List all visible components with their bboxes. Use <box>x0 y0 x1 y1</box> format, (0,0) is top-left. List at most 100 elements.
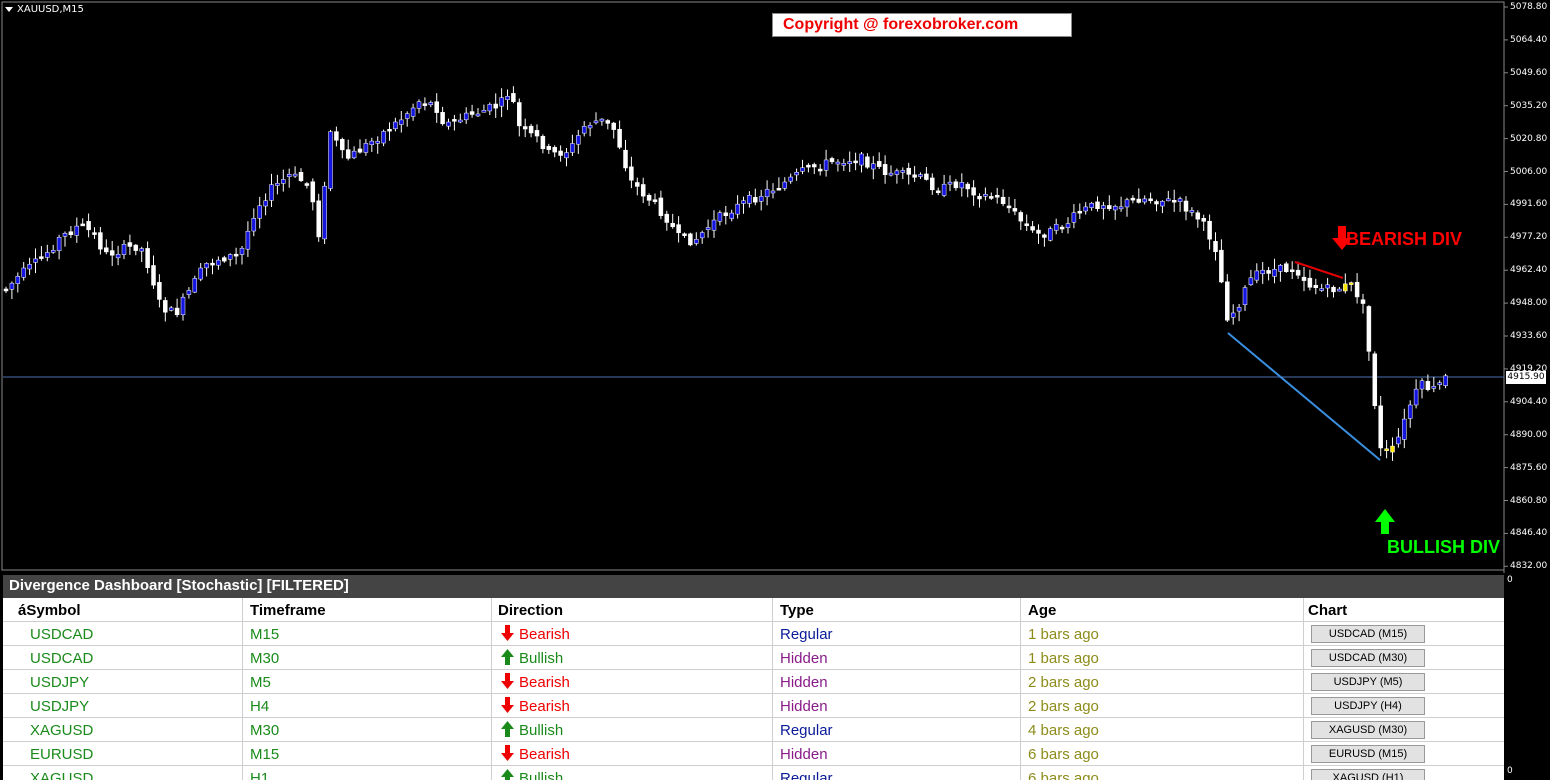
candle-body <box>1390 445 1395 453</box>
header-type[interactable]: Type <box>780 598 814 622</box>
open-chart-button[interactable]: XAGUSD (H1) <box>1311 769 1425 780</box>
open-chart-button[interactable]: EURUSD (M15) <box>1311 745 1425 763</box>
chart-menu-triangle-icon[interactable] <box>5 7 13 12</box>
candle-body <box>369 140 375 146</box>
candle-body <box>1219 249 1224 283</box>
candle-body <box>139 248 144 252</box>
bullish-div-label: BULLISH DIV <box>1387 537 1501 557</box>
candle-body <box>664 213 670 223</box>
candle-body <box>340 139 345 151</box>
candle-body <box>286 174 292 178</box>
open-chart-button[interactable]: USDJPY (M5) <box>1311 673 1425 691</box>
candle-body <box>239 247 245 255</box>
candle-body <box>505 96 510 100</box>
column-divider <box>1303 622 1304 646</box>
candle-body <box>623 149 628 169</box>
column-divider <box>1020 598 1021 622</box>
candle-body <box>711 219 717 231</box>
candle-body <box>163 300 168 313</box>
row-timeframe: H1 <box>250 770 270 780</box>
row-direction: Bullish <box>500 718 563 742</box>
candle-body <box>1337 288 1342 292</box>
candle-body <box>1366 306 1372 352</box>
candle-body <box>104 247 109 253</box>
header-direction[interactable]: Direction <box>498 598 563 622</box>
column-divider <box>242 622 243 646</box>
candle-body <box>770 190 776 194</box>
candle-body <box>835 161 841 165</box>
candle-body <box>1059 226 1065 230</box>
row-timeframe: M15 <box>250 746 280 763</box>
candle-body <box>1042 234 1047 238</box>
candle-body <box>92 232 97 235</box>
candle-body <box>151 265 156 286</box>
column-divider <box>1303 742 1304 766</box>
price-axis-label: 4948.00 <box>1510 298 1548 309</box>
subwindow-top-value: 0 <box>1507 575 1513 585</box>
header-chart[interactable]: Chart <box>1308 598 1347 622</box>
candle-body <box>9 282 15 290</box>
candle-body <box>1407 404 1413 419</box>
candle-body <box>334 131 339 141</box>
header-symbol[interactable]: áSymbol <box>18 598 81 622</box>
candle-body <box>1325 284 1330 289</box>
column-divider <box>1303 646 1304 670</box>
candle-body <box>1278 265 1283 272</box>
row-type: Regular <box>780 626 833 643</box>
header-timeframe[interactable]: Timeframe <box>250 598 326 622</box>
column-divider <box>491 622 492 646</box>
candle-body <box>806 164 811 168</box>
price-axis-label: 5049.60 <box>1510 67 1548 78</box>
arrow-down-icon <box>500 697 519 715</box>
price-axis-label: 4846.40 <box>1510 528 1548 539</box>
candle-body <box>463 112 469 121</box>
row-direction-label: Bullish <box>519 650 564 667</box>
candle-body <box>1071 212 1077 223</box>
candle-body <box>528 125 534 134</box>
column-divider <box>1020 622 1021 646</box>
candle-body <box>1201 218 1206 222</box>
candle-body <box>1112 206 1118 211</box>
candle-body <box>1095 201 1100 209</box>
bullish-arrow-up-icon <box>1375 509 1395 534</box>
candle-body <box>1195 212 1201 220</box>
candle-body <box>894 170 900 175</box>
candle-body <box>534 130 540 137</box>
candle-body <box>263 200 268 207</box>
candle-body <box>251 218 257 232</box>
row-age: 6 bars ago <box>1028 770 1099 780</box>
candle-body <box>1396 436 1401 445</box>
candle-body <box>1443 375 1448 386</box>
candle-body <box>965 183 970 190</box>
column-divider <box>1303 766 1304 780</box>
bullish-divergence-line <box>1227 332 1381 461</box>
candle-body <box>1006 205 1012 209</box>
open-chart-button[interactable]: USDJPY (H4) <box>1311 697 1425 715</box>
candle-body <box>552 147 557 153</box>
column-divider <box>772 598 773 622</box>
candle-body <box>1236 307 1242 312</box>
row-direction-label: Bullish <box>519 722 564 739</box>
row-age: 6 bars ago <box>1028 746 1099 763</box>
candle-body <box>517 102 522 127</box>
candle-body <box>593 120 599 124</box>
divergence-dashboard: Divergence Dashboard [Stochastic] [FILTE… <box>3 575 1504 780</box>
open-chart-button[interactable]: USDCAD (M30) <box>1311 649 1425 667</box>
header-age[interactable]: Age <box>1028 598 1056 622</box>
candle-body <box>918 174 923 177</box>
price-axis-label: 5020.80 <box>1510 133 1548 144</box>
candle-body <box>393 121 398 130</box>
candle-body <box>1118 206 1124 210</box>
candle-body <box>62 233 68 237</box>
candle-body <box>522 126 528 130</box>
candle-body <box>1425 381 1431 390</box>
open-chart-button[interactable]: USDCAD (M15) <box>1311 625 1425 643</box>
column-divider <box>772 766 773 780</box>
price-chart[interactable]: XAUUSD,M15 Copyright @ forexobroker.com … <box>0 0 1550 573</box>
candle-body <box>652 199 658 202</box>
open-chart-button[interactable]: XAGUSD (M30) <box>1311 721 1425 739</box>
price-axis-label: 4875.60 <box>1510 462 1548 473</box>
candle-body <box>1189 210 1195 213</box>
bearish-div-label: BEARISH DIV <box>1346 229 1463 249</box>
row-timeframe: M15 <box>250 626 280 643</box>
